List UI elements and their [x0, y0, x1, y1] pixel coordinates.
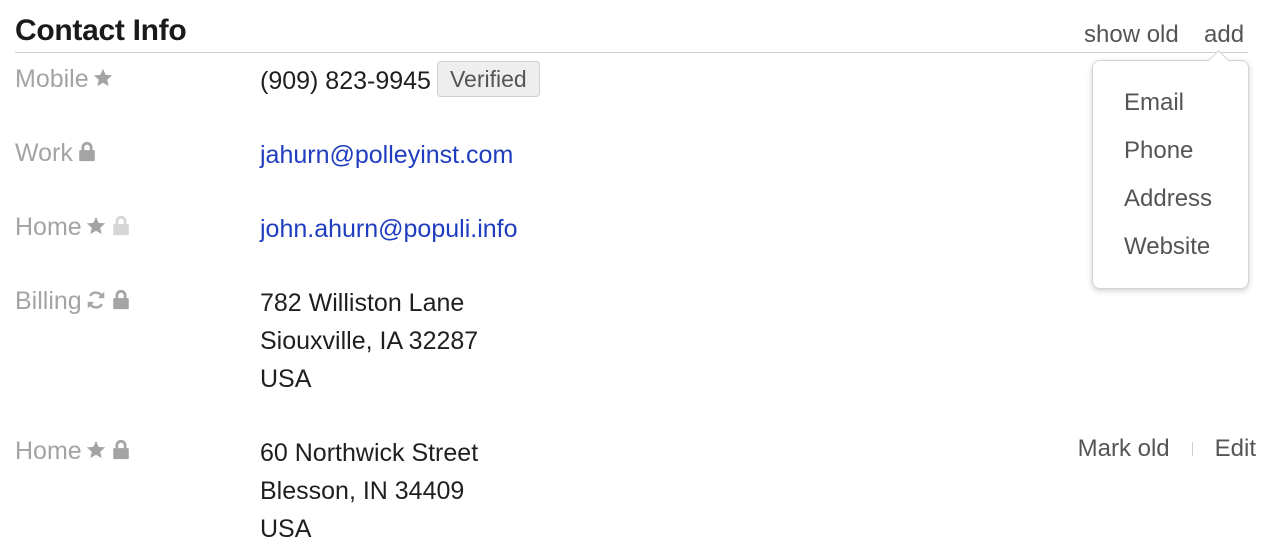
- label-text: Home: [15, 213, 82, 241]
- label-text: Billing: [15, 287, 82, 315]
- row-actions: Mark old Edit: [1078, 434, 1256, 464]
- contact-label: Home: [15, 213, 132, 242]
- lock-icon: [110, 289, 132, 311]
- address-line-2: Blesson, IN 34409: [260, 477, 465, 505]
- contact-label: Work: [15, 139, 98, 168]
- header-divider: [15, 52, 1248, 53]
- lock-icon: [110, 439, 132, 461]
- menu-item-phone[interactable]: Phone: [1124, 137, 1212, 185]
- work-email-link[interactable]: jahurn@polleyinst.com: [260, 141, 513, 169]
- address-value: 782 Williston Lane Siouxville, IA 32287 …: [260, 284, 478, 398]
- address-line-3: USA: [260, 365, 312, 393]
- star-icon: [85, 439, 107, 461]
- verified-badge: Verified: [436, 61, 540, 97]
- action-divider: [1191, 442, 1193, 456]
- contact-value: (909) 823-9945 Verified: [260, 61, 540, 100]
- star-icon: [92, 67, 114, 89]
- star-icon: [85, 215, 107, 237]
- contact-label: Mobile: [15, 65, 114, 94]
- home-email-link[interactable]: john.ahurn@populi.info: [260, 215, 518, 243]
- lock-icon: [110, 215, 132, 237]
- mark-old-button[interactable]: Mark old: [1078, 434, 1170, 464]
- address-line-2: Siouxville, IA 32287: [260, 327, 479, 355]
- show-old-link[interactable]: show old: [1084, 21, 1179, 49]
- address-line-3: USA: [260, 515, 312, 543]
- add-dropdown-menu: Email Phone Address Website: [1092, 49, 1249, 289]
- menu-item-email[interactable]: Email: [1124, 89, 1212, 137]
- menu-item-address[interactable]: Address: [1124, 185, 1212, 233]
- dropdown-arrow: [1207, 49, 1230, 72]
- sync-icon: [85, 289, 107, 311]
- contact-value: john.ahurn@populi.info: [260, 210, 518, 248]
- add-link[interactable]: add: [1204, 21, 1244, 49]
- menu-item-website[interactable]: Website: [1124, 233, 1212, 281]
- address-line-1: 60 Northwick Street: [260, 439, 479, 467]
- section-title: Contact Info: [15, 14, 187, 47]
- contact-value: jahurn@polleyinst.com: [260, 136, 513, 174]
- phone-number: (909) 823-9945: [260, 67, 431, 95]
- lock-icon: [76, 141, 98, 163]
- contact-label: Home: [15, 437, 132, 466]
- label-text: Home: [15, 437, 82, 465]
- address-value: 60 Northwick Street Blesson, IN 34409 US…: [260, 434, 478, 548]
- label-text: Mobile: [15, 65, 89, 93]
- address-line-1: 782 Williston Lane: [260, 289, 465, 317]
- contact-label: Billing: [15, 287, 132, 316]
- label-text: Work: [15, 139, 73, 167]
- edit-button[interactable]: Edit: [1215, 434, 1256, 464]
